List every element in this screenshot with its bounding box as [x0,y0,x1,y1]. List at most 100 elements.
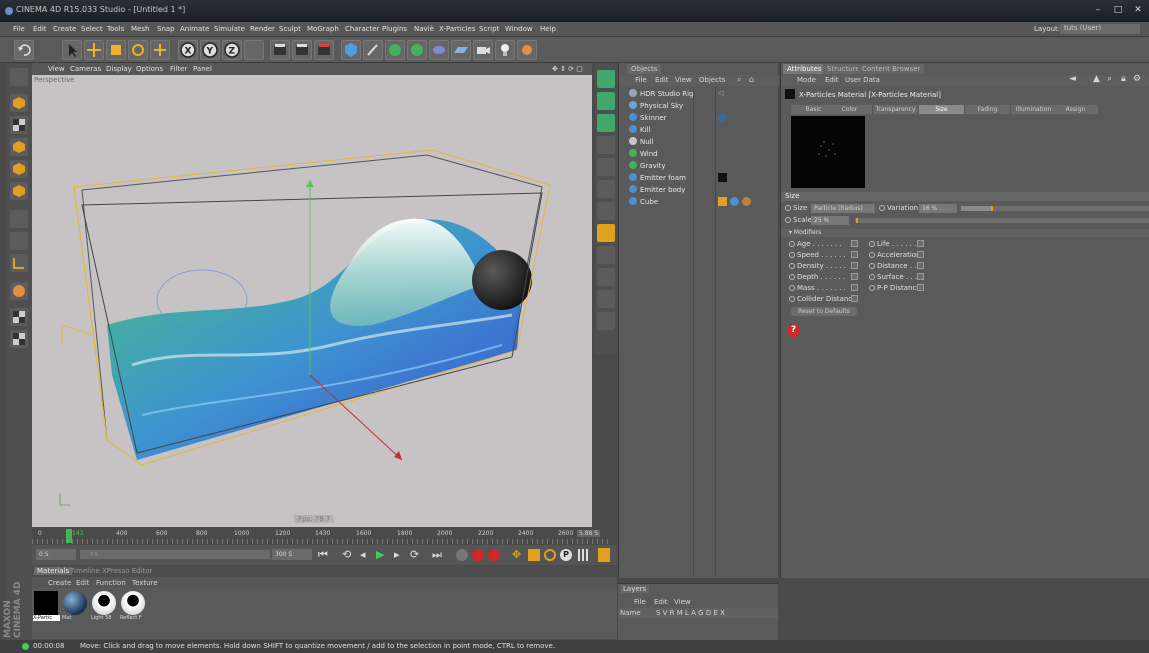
workplane-grid-icon[interactable] [10,308,28,326]
render-settings-icon[interactable] [314,40,334,60]
objects-menu-edit[interactable]: Edit [655,76,669,84]
cube-icon[interactable] [341,40,361,60]
autokey-icon[interactable] [488,549,500,561]
object-row-emitter-body[interactable]: Emitter body [629,185,685,197]
search-icon[interactable]: ⌕ [737,75,741,85]
collider-tag-icon[interactable] [718,197,727,206]
menu-mesh[interactable]: Mesh [131,25,149,33]
hdr-tag-icon[interactable]: ◁ [718,89,728,98]
settings-icon[interactable]: ⚙ [1133,74,1141,84]
xp-fluid-icon[interactable] [597,268,615,286]
menu-mograph[interactable]: MoGraph [307,25,339,33]
reset-to-defaults-button[interactable]: Reset to Defaults [791,307,857,316]
scale-field[interactable]: 25 % [811,216,849,225]
z-axis-icon[interactable]: Z [222,40,242,60]
menu-snap[interactable]: Snap [157,25,175,33]
viewport-3d[interactable]: Perspective Fps: 78.7 [32,75,592,527]
prev-key-icon[interactable]: ⟲ [342,548,351,561]
go-to-end-icon[interactable]: ⏭ [432,548,442,562]
xpresso-editor-tab[interactable]: XPresso Editor [102,567,152,575]
search-icon[interactable]: ⌕ [1107,74,1112,84]
subtab-transparency[interactable]: Transparency [873,105,919,114]
scale-slider[interactable] [855,218,1149,223]
edges-mode-icon[interactable] [10,182,28,200]
object-row-kill[interactable]: Kill [629,125,650,137]
menu-character[interactable]: Character [345,25,380,33]
tweak-mode-icon[interactable] [10,254,28,272]
minimize-button[interactable]: – [1090,3,1106,17]
menu-render[interactable]: Render [250,25,275,33]
model-mode-icon[interactable] [10,94,28,112]
camera-icon[interactable] [473,40,493,60]
close-button[interactable]: ✕ [1130,3,1146,17]
workplane-icon[interactable] [10,138,28,156]
viewport-menu-filter[interactable]: Filter [170,65,187,73]
xp-action-icon[interactable] [597,136,615,154]
materials-tab[interactable]: Materials [34,567,73,575]
menu-x-particles[interactable]: X-Particles [439,25,475,33]
floor-icon[interactable] [451,40,471,60]
depth-checkbox[interactable] [851,273,858,280]
collider-distance-checkbox[interactable] [851,295,858,302]
go-to-start-icon[interactable]: ⏮ [318,548,328,562]
subtab-fading[interactable]: Fading [965,105,1011,114]
material-light[interactable]: Light 58 [91,591,118,627]
object-row-skinner[interactable]: Skinner [629,113,667,125]
objects-menu-file[interactable]: File [635,76,647,84]
size-mode-select[interactable]: Particle (Radius) [811,204,875,213]
surface-checkbox[interactable] [917,273,924,280]
viewport-menu-display[interactable]: Display [106,65,132,73]
menu-help[interactable]: Help [540,25,556,33]
lock-icon[interactable]: 🔒︎ [1121,74,1126,84]
render-view-icon[interactable] [270,40,290,60]
record-icon[interactable] [472,549,484,561]
object-row-wind[interactable]: Wind [629,149,658,161]
transform-tool-icon[interactable] [150,40,170,60]
move-tool-icon[interactable] [84,40,104,60]
viewport-menu-view[interactable]: View [48,65,65,73]
menu-file[interactable]: File [13,25,25,33]
viewport-menu-options[interactable]: Options [136,65,163,73]
speed-checkbox[interactable] [851,251,858,258]
key-move-icon[interactable]: ✥ [512,549,524,561]
polygons-mode-icon[interactable] [10,210,28,228]
end-frame-field[interactable]: 300 S [272,549,312,560]
materials-menu-function[interactable]: Function [96,579,126,587]
viewport-menu-cameras[interactable]: Cameras [70,65,101,73]
menu-create[interactable]: Create [53,25,76,33]
preview-range-slider[interactable]: 0 S [80,550,270,559]
xp-question-icon[interactable] [597,114,615,132]
array-icon[interactable] [407,40,427,60]
density-checkbox[interactable] [851,262,858,269]
timeline-panel-icon[interactable] [598,548,610,562]
texture-mode-icon[interactable] [10,116,28,134]
menu-select[interactable]: Select [81,25,103,33]
subtab-illumination[interactable]: Illumination [1011,105,1057,114]
layers-menu-file[interactable]: File [634,598,646,606]
key-rotate-icon[interactable] [544,549,556,561]
back-arrow-icon[interactable]: ◄ [1069,74,1076,84]
attr-menu-edit[interactable]: Edit [825,76,839,84]
current-frame-field[interactable]: 0 S [36,549,76,560]
y-axis-icon[interactable]: Y [200,40,220,60]
xp-system-icon[interactable] [597,312,615,330]
next-frame-icon[interactable]: ▸ [394,548,400,561]
acceleration-checkbox[interactable] [917,251,924,258]
xp-skinner-icon[interactable] [597,290,615,308]
subtab-assign[interactable]: Assign [1053,105,1099,114]
menu-navie[interactable]: Naviè [414,25,434,33]
pp-distance-checkbox[interactable] [917,284,924,291]
object-row-emitter-foam[interactable]: Emitter foam [629,173,686,185]
timeline-tab[interactable]: Timeline [70,567,100,575]
timeline-ruler[interactable]: 0 143 400 600 800 1000 1200 1430 1600 18… [32,527,617,545]
skinner-tag-icon[interactable] [718,113,727,122]
life-checkbox[interactable] [917,240,924,247]
play-icon[interactable]: ▶ [376,548,384,561]
xp-generator-icon[interactable] [597,180,615,198]
subtab-color[interactable]: Color [827,105,873,114]
snapping-icon[interactable] [10,282,28,300]
menu-tools[interactable]: Tools [107,25,124,33]
x-axis-icon[interactable]: X [178,40,198,60]
xp-tag-icon[interactable] [730,197,739,206]
up-arrow-icon[interactable]: ▲ [1093,74,1100,84]
